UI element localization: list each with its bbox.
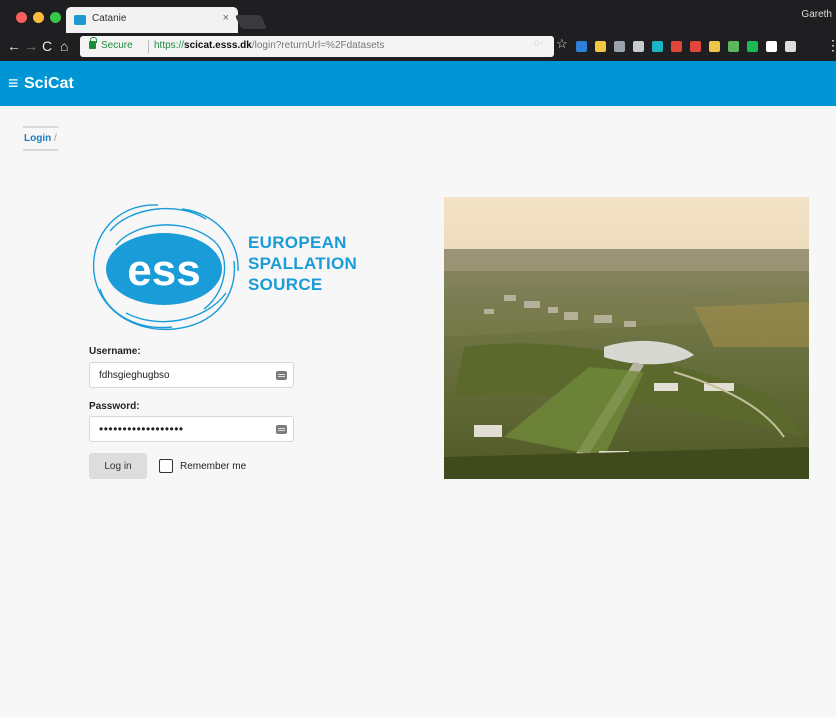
breadcrumb: Login / [23,126,58,151]
menu-icon[interactable]: ≡ [8,73,19,93]
browser-toolbar: ← → C ⌂ Secure https://scicat.esss.dk/lo… [0,33,836,61]
extension-icon[interactable] [785,41,796,52]
extension-icon[interactable] [766,41,777,52]
url-text[interactable]: https://scicat.esss.dk/login?returnUrl=%… [154,40,384,51]
browser-tab[interactable]: Catanie × [66,7,238,33]
extension-icon[interactable] [595,41,606,52]
remember-me-label[interactable]: Remember me [180,461,246,472]
login-button[interactable]: Log in [89,453,147,479]
autofill-key-icon[interactable] [276,371,287,380]
url-host: scicat.esss.dk [184,40,252,51]
address-divider [148,40,149,53]
extension-icon[interactable] [633,41,644,52]
extension-icon[interactable] [747,41,758,52]
ess-wordmark-line-3: SOURCE [248,275,323,294]
password-label: Password: [89,401,140,412]
ess-wordmark-line-2: SPALLATION [248,254,358,273]
profile-name[interactable]: Gareth [801,9,832,20]
url-path: /login?returnUrl=%2Fdatasets [251,40,385,51]
key-icon[interactable]: o- [534,38,543,49]
forward-arrow-icon[interactable]: → [24,38,38,54]
remember-me-checkbox[interactable] [159,459,173,473]
browser-tab-strip: Catanie × Gareth [0,0,836,33]
extension-icon[interactable] [576,41,587,52]
scicat-favicon-icon [74,15,86,25]
extension-icon[interactable] [728,41,739,52]
extension-icon[interactable] [614,41,625,52]
back-arrow-icon[interactable]: ← [7,38,21,54]
app-title[interactable]: SciCat [24,75,74,93]
home-icon[interactable]: ⌂ [60,38,68,54]
extension-icon[interactable] [652,41,663,52]
tab-close-icon[interactable]: × [223,12,229,24]
password-field[interactable]: •••••••••••••••••• [89,416,294,442]
app-header: ≡ SciCat [0,61,836,106]
close-window-button[interactable] [16,12,27,23]
facility-aerial-photo [444,197,809,479]
tab-title: Catanie [92,13,127,24]
extension-icon[interactable] [671,41,682,52]
reload-icon[interactable]: C [42,38,52,54]
minimize-window-button[interactable] [33,12,44,23]
breadcrumb-separator: / [54,133,57,144]
secure-label: Secure [101,40,133,51]
username-label: Username: [89,346,141,357]
password-value: •••••••••••••••••• [99,422,184,436]
username-value: fdhsgieghugbso [99,370,170,381]
maximize-window-button[interactable] [50,12,61,23]
breadcrumb-login[interactable]: Login [24,133,51,144]
ess-logo-mark-text: ess [127,246,200,295]
lock-icon [89,37,97,49]
autofill-key-icon[interactable] [276,425,287,434]
ess-wordmark-line-1: EUROPEAN [248,233,347,252]
username-field[interactable]: fdhsgieghugbso [89,362,294,388]
bookmark-star-icon[interactable]: ☆ [556,36,568,52]
extension-icon[interactable] [690,41,701,52]
ess-wordmark: EUROPEAN SPALLATION SOURCE [248,232,357,295]
url-scheme: https:// [154,40,185,51]
address-bar[interactable]: Secure https://scicat.esss.dk/login?retu… [80,36,554,57]
browser-menu-icon[interactable]: ⋮ [826,37,836,54]
ess-logo-icon: ess [92,204,239,331]
new-tab-button[interactable] [234,15,268,29]
extension-icon[interactable] [709,41,720,52]
